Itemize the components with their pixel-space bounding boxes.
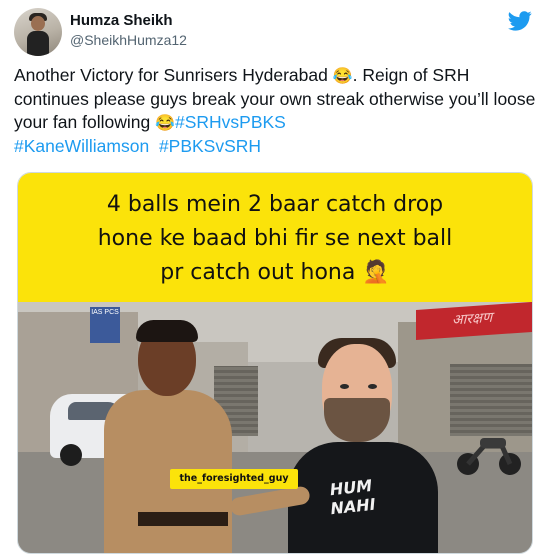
tweet-media[interactable]: 4 balls mein 2 baar catch drop hone ke b… (17, 172, 533, 554)
policeman-belt (138, 512, 228, 526)
car-wheel (60, 444, 82, 466)
policeman-hair (136, 320, 198, 342)
hashtag-link[interactable]: #SRHvsPBKS (175, 112, 286, 132)
hashtag-link[interactable]: #PBKSvSRH (159, 136, 261, 156)
tweet-header: Humza Sheikh @SheikhHumza12 (14, 8, 532, 56)
twitter-bird-icon[interactable] (508, 10, 532, 32)
watermark-label: the_foresighted_guy (170, 469, 298, 489)
tweet-text-part1: Another Victory for Sunrisers Hyderabad (14, 65, 333, 85)
laughing-emoji: 😂 (332, 68, 353, 85)
hashtag-link[interactable]: #KaneWilliamson (14, 136, 149, 156)
caption-line-last: pr catch out hona 🤦 (18, 256, 532, 290)
laughing-emoji: 😂 (155, 115, 175, 132)
avatar-head (31, 16, 45, 31)
tweet-text: Another Victory for Sunrisers Hyderabad … (14, 64, 536, 158)
avatar-torso (27, 31, 49, 56)
street-sign: IAS PCS (90, 307, 120, 343)
author-name[interactable]: Humza Sheikh (70, 12, 173, 29)
author-handle[interactable]: @SheikhHumza12 (70, 32, 187, 48)
tshirt-print: HUM NAHI (318, 475, 386, 519)
man-eye (340, 384, 349, 389)
caption-line: hone ke baad bhi fir se next ball (97, 226, 453, 251)
man-eye (368, 384, 377, 389)
photo-shutter (450, 364, 532, 436)
facepalm-emoji: 🤦 (362, 260, 390, 285)
man-beard (324, 398, 390, 442)
caption-line: 4 balls mein 2 baar catch drop (106, 192, 444, 217)
meme-caption-panel: 4 balls mein 2 baar catch drop hone ke b… (18, 173, 532, 302)
caption-text: pr catch out hona (160, 260, 356, 285)
motorbike (457, 438, 521, 475)
avatar[interactable] (14, 8, 62, 56)
meme-photo: आरक्षण IAS PCS HUM NAHI the_foresighted_… (18, 302, 532, 553)
